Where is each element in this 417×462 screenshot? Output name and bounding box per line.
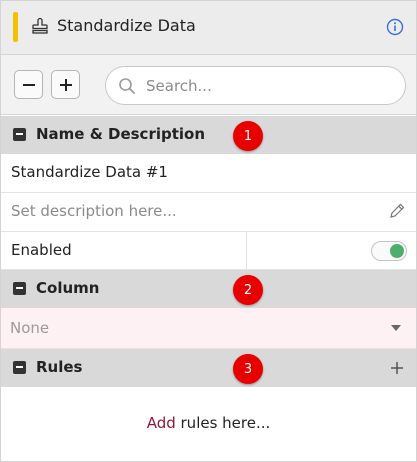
description-field[interactable]: Set description here...	[1, 193, 416, 232]
rules-empty-state: Add rules here...	[1, 387, 416, 461]
properties-panel: Standardize Data Search... Name & Descri…	[0, 0, 417, 462]
step-badge: 1	[233, 121, 263, 151]
enabled-row: Enabled	[1, 232, 416, 270]
enabled-toggle[interactable]	[371, 241, 407, 261]
stamp-icon	[30, 17, 50, 37]
chevron-down-icon	[391, 325, 401, 331]
collapse-icon[interactable]	[13, 282, 26, 295]
column-select-value: None	[10, 319, 50, 337]
section-title: Name & Description	[36, 125, 206, 143]
info-icon[interactable]	[386, 18, 404, 36]
pencil-icon[interactable]	[388, 202, 406, 220]
section-rules[interactable]: Rules 3	[1, 349, 416, 387]
panel-header: Standardize Data	[1, 1, 416, 55]
collapse-icon[interactable]	[13, 128, 26, 141]
panel-title: Standardize Data	[57, 16, 196, 35]
collapse-icon[interactable]	[13, 361, 26, 374]
add-rule-icon[interactable]	[387, 358, 407, 378]
toggle-knob	[390, 244, 404, 258]
name-field[interactable]: Standardize Data #1	[1, 154, 416, 193]
step-badge: 2	[233, 275, 263, 305]
add-rules-link[interactable]: Add	[147, 414, 176, 432]
section-title: Column	[36, 279, 100, 297]
name-value[interactable]: Standardize Data #1	[11, 163, 168, 181]
toolbar	[1, 55, 416, 115]
enabled-label: Enabled	[11, 241, 72, 259]
description-placeholder[interactable]: Set description here...	[11, 202, 177, 220]
section-title: Rules	[36, 358, 83, 376]
section-column[interactable]: Column 2	[1, 270, 416, 308]
column-select[interactable]: None	[1, 308, 416, 349]
search-box[interactable]	[105, 66, 406, 105]
plus-icon	[59, 78, 72, 91]
column-divider	[246, 232, 247, 270]
step-badge: 3	[233, 354, 263, 384]
search-input[interactable]	[146, 74, 396, 98]
minus-icon	[22, 83, 35, 86]
collapse-all-button[interactable]	[14, 70, 43, 99]
expand-all-button[interactable]	[51, 70, 80, 99]
section-name-description[interactable]: Name & Description 1	[1, 116, 416, 154]
search-icon	[118, 77, 136, 95]
rules-empty-message: Add rules here...	[1, 414, 416, 432]
node-color-bar	[13, 12, 18, 42]
rules-empty-text: rules here...	[175, 414, 271, 432]
